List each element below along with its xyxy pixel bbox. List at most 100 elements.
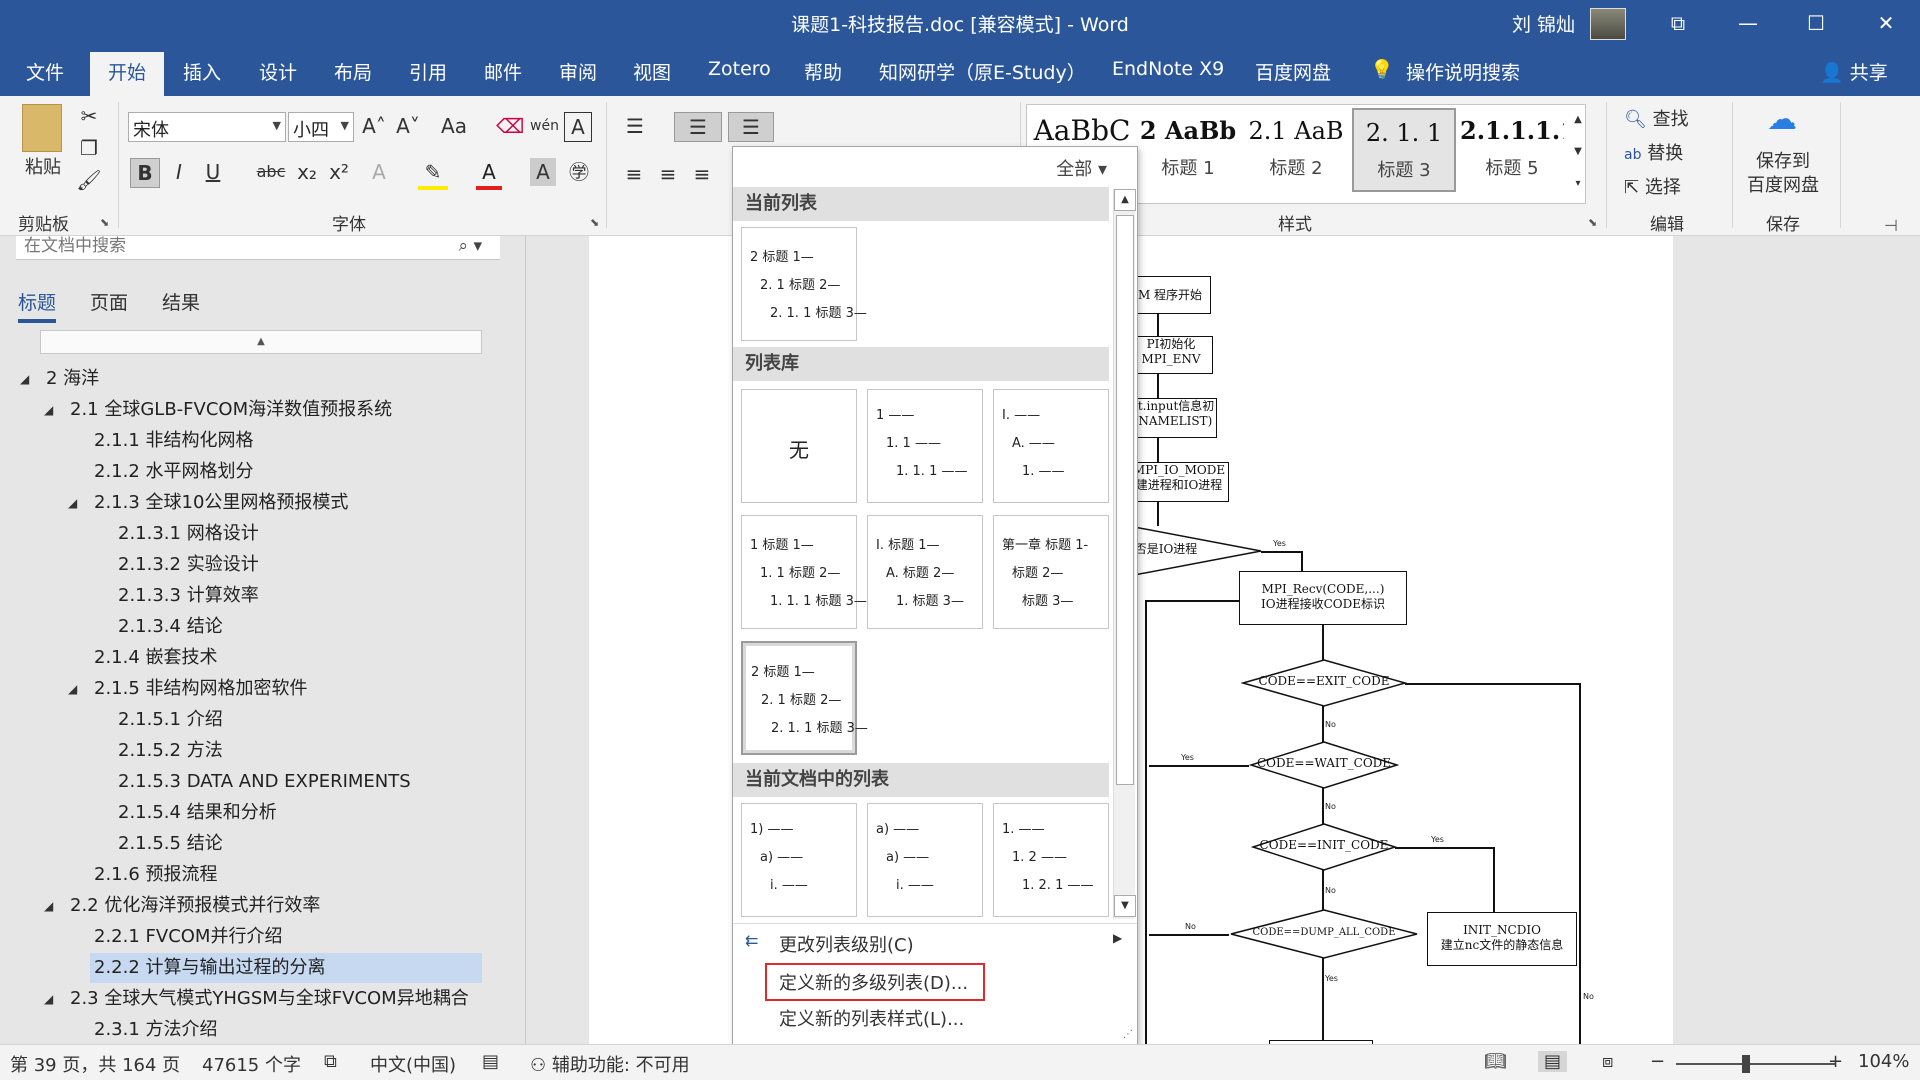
nav-search-input[interactable]: 在文档中搜索 ⌕ ▾ [16, 236, 500, 260]
tab-view[interactable]: 视图 [633, 58, 671, 85]
save-to-baidu-button[interactable]: 保存到 百度网盘 [1740, 150, 1826, 198]
paste-button[interactable]: 粘贴 [18, 154, 68, 182]
avatar[interactable] [1590, 8, 1626, 40]
cut-icon[interactable]: ✂ [76, 102, 102, 130]
list-filter-dropdown[interactable]: 全部 ▾ [1056, 155, 1107, 181]
outline-item[interactable]: 2.1.5.4 结果和分析 [0, 798, 500, 828]
language[interactable]: 中文(中国) [370, 1051, 456, 1077]
style-heading-3[interactable]: 2. 1. 1 标题 3 [1352, 108, 1456, 192]
tab-help[interactable]: 帮助 [804, 58, 842, 85]
outline-item[interactable]: 2.1.3.2 实验设计 [0, 550, 500, 580]
search-icon[interactable]: ⌕ ▾ [459, 236, 482, 256]
outline-item[interactable]: 2.1.2 水平网格划分 [0, 457, 500, 487]
paste-icon[interactable] [22, 104, 62, 152]
text-effects-icon[interactable]: A [366, 158, 392, 186]
outline-item[interactable]: 2.1.1 非结构化网格 [0, 426, 500, 456]
bold-button[interactable]: B [130, 158, 160, 188]
style-heading-5[interactable]: 2.1.1.1.1 标题 5 [1460, 108, 1564, 192]
scroll-down-icon[interactable]: ▼ [1114, 895, 1136, 917]
style-heading-2[interactable]: 2.1 AaB 标题 2 [1244, 108, 1348, 192]
style-heading-1[interactable]: 2 AaBb 标题 1 [1136, 108, 1240, 192]
highlight-icon[interactable]: ✎ [418, 158, 448, 190]
outline-item[interactable]: 2.1.5.3 DATA AND EXPERIMENTS [0, 767, 500, 797]
tab-mailings[interactable]: 邮件 [484, 58, 522, 85]
outline-item[interactable]: ◢ 2.1.5 非结构网格加密软件 [0, 674, 500, 704]
outline-item[interactable]: 2.1.6 预报流程 [0, 860, 500, 890]
outline-item[interactable]: 2.1.3.1 网格设计 [0, 519, 500, 549]
phonetic-guide-icon[interactable]: wén [530, 112, 559, 140]
list-library-tile[interactable]: I. 标题 1— A. 标题 2— 1. 标题 3— [867, 515, 983, 629]
align-center-icon[interactable]: ≡ [654, 160, 682, 188]
find-button[interactable]: 🔍︎ 查找 [1624, 106, 1734, 134]
tab-cnki-estudy[interactable]: 知网研学（原E-Study） [879, 58, 1086, 85]
tab-baidu-netdisk[interactable]: 百度网盘 [1255, 58, 1331, 85]
read-mode-icon[interactable]: 📖︎ [1484, 1051, 1507, 1072]
document-list-tile[interactable]: 1) —— a) —— i. —— [741, 803, 857, 917]
tab-references[interactable]: 引用 [409, 58, 447, 85]
outline-item[interactable]: 2.2.1 FVCOM并行介绍 [0, 922, 500, 952]
zoom-level[interactable]: 104% [1858, 1051, 1909, 1072]
align-left-icon[interactable]: ≡ [620, 160, 648, 188]
outline-item[interactable]: 2.1.4 嵌套技术 [0, 643, 500, 673]
outline-item[interactable]: ◢ 2.2 优化海洋预报模式并行效率 [0, 891, 500, 921]
tab-review[interactable]: 审阅 [559, 58, 597, 85]
outline-item[interactable]: ◢ 2.3 全球大气模式YHGSM与全球FVCOM异地耦合 [0, 984, 500, 1014]
zoom-in-button[interactable]: + [1828, 1051, 1843, 1072]
underline-button[interactable]: U [200, 158, 226, 186]
collapse-triangle-icon[interactable]: ◢ [20, 364, 29, 394]
maximize-button[interactable]: ☐ [1796, 8, 1836, 38]
list-library-tile[interactable]: I. —— A. —— 1. —— [993, 389, 1109, 503]
outline-item[interactable]: ◢ 2.1.3 全球10公里网格预报模式 [0, 488, 500, 518]
baidu-netdisk-icon[interactable]: ☁ [1760, 105, 1804, 146]
nav-scroll-up-button[interactable]: ▲ [40, 330, 482, 354]
minimize-button[interactable]: — [1728, 8, 1768, 38]
numbering-icon[interactable]: ☰ [674, 112, 722, 142]
nav-tab-pages[interactable]: 页面 [90, 288, 128, 315]
strikethrough-button[interactable]: abc [254, 158, 288, 186]
replace-button[interactable]: ab 替换 [1624, 140, 1734, 169]
tab-home[interactable]: 开始 [90, 52, 165, 96]
tab-design[interactable]: 设计 [259, 58, 297, 85]
scroll-up-icon[interactable]: ▲ [1114, 189, 1136, 211]
collapse-triangle-icon[interactable]: ◢ [68, 674, 77, 704]
change-case-button[interactable]: Aa [434, 112, 474, 140]
proofing-icon[interactable]: ⧉ [324, 1051, 337, 1072]
nav-tab-headings[interactable]: 标题 [18, 288, 57, 323]
outline-item[interactable]: 2.1.5.2 方法 [0, 736, 500, 766]
outline-item[interactable]: 2.1.3.3 计算效率 [0, 581, 500, 611]
font-name-combo[interactable]: 宋体 ▼ [128, 112, 286, 142]
track-changes-icon[interactable]: ▤ [482, 1051, 499, 1072]
tab-file[interactable]: 文件 [26, 58, 64, 85]
character-border-icon[interactable]: A [564, 112, 592, 142]
styles-scroll-up-icon[interactable]: ▲ [1570, 106, 1586, 134]
clear-formatting-icon[interactable]: ⌫ [496, 112, 524, 140]
tab-insert[interactable]: 插入 [183, 58, 221, 85]
zoom-out-button[interactable]: − [1650, 1051, 1665, 1072]
collapse-triangle-icon[interactable]: ◢ [68, 488, 77, 518]
nav-tab-results[interactable]: 结果 [162, 288, 200, 315]
user-name[interactable]: 刘 锦灿 [1512, 10, 1575, 37]
styles-more-icon[interactable]: ▾ [1570, 170, 1586, 198]
ribbon-display-options-icon[interactable]: ⧉ [1658, 8, 1698, 38]
font-size-combo[interactable]: 小四 ▼ [288, 112, 354, 142]
subscript-button[interactable]: x₂ [294, 158, 320, 186]
zoom-slider[interactable] [1676, 1063, 1836, 1065]
list-library-tile[interactable]: 1 —— 1. 1 —— 1. 1. 1 —— [867, 389, 983, 503]
page-count[interactable]: 第 39 页，共 164 页 [10, 1051, 180, 1077]
styles-scroll-down-icon[interactable]: ▼ [1570, 138, 1586, 166]
italic-button[interactable]: I [166, 158, 192, 186]
outline-item[interactable]: 2.3.1 方法介绍 [0, 1015, 500, 1044]
tab-layout[interactable]: 布局 [334, 58, 372, 85]
align-right-icon[interactable]: ≡ [688, 160, 716, 188]
accessibility-status[interactable]: ⚇ 辅助功能: 不可用 [530, 1051, 690, 1077]
lightbulb-icon[interactable]: 💡 [1370, 58, 1394, 81]
web-layout-icon[interactable]: ⧈ [1602, 1051, 1613, 1072]
define-new-list-style-item[interactable]: 定义新的列表样式(L)... [779, 1005, 964, 1031]
font-launcher-icon[interactable]: ⬊ [590, 216, 599, 229]
close-button[interactable]: ✕ [1866, 8, 1906, 38]
outline-item[interactable]: ◢ 2.1 全球GLB-FVCOM海洋数值预报系统 [0, 395, 500, 425]
scrollbar-thumb[interactable] [1116, 215, 1134, 785]
print-layout-icon[interactable]: ▤ [1538, 1051, 1568, 1072]
list-tile-none[interactable]: 无 [741, 389, 857, 503]
outline-item[interactable]: 2.1.5.1 介绍 [0, 705, 500, 735]
